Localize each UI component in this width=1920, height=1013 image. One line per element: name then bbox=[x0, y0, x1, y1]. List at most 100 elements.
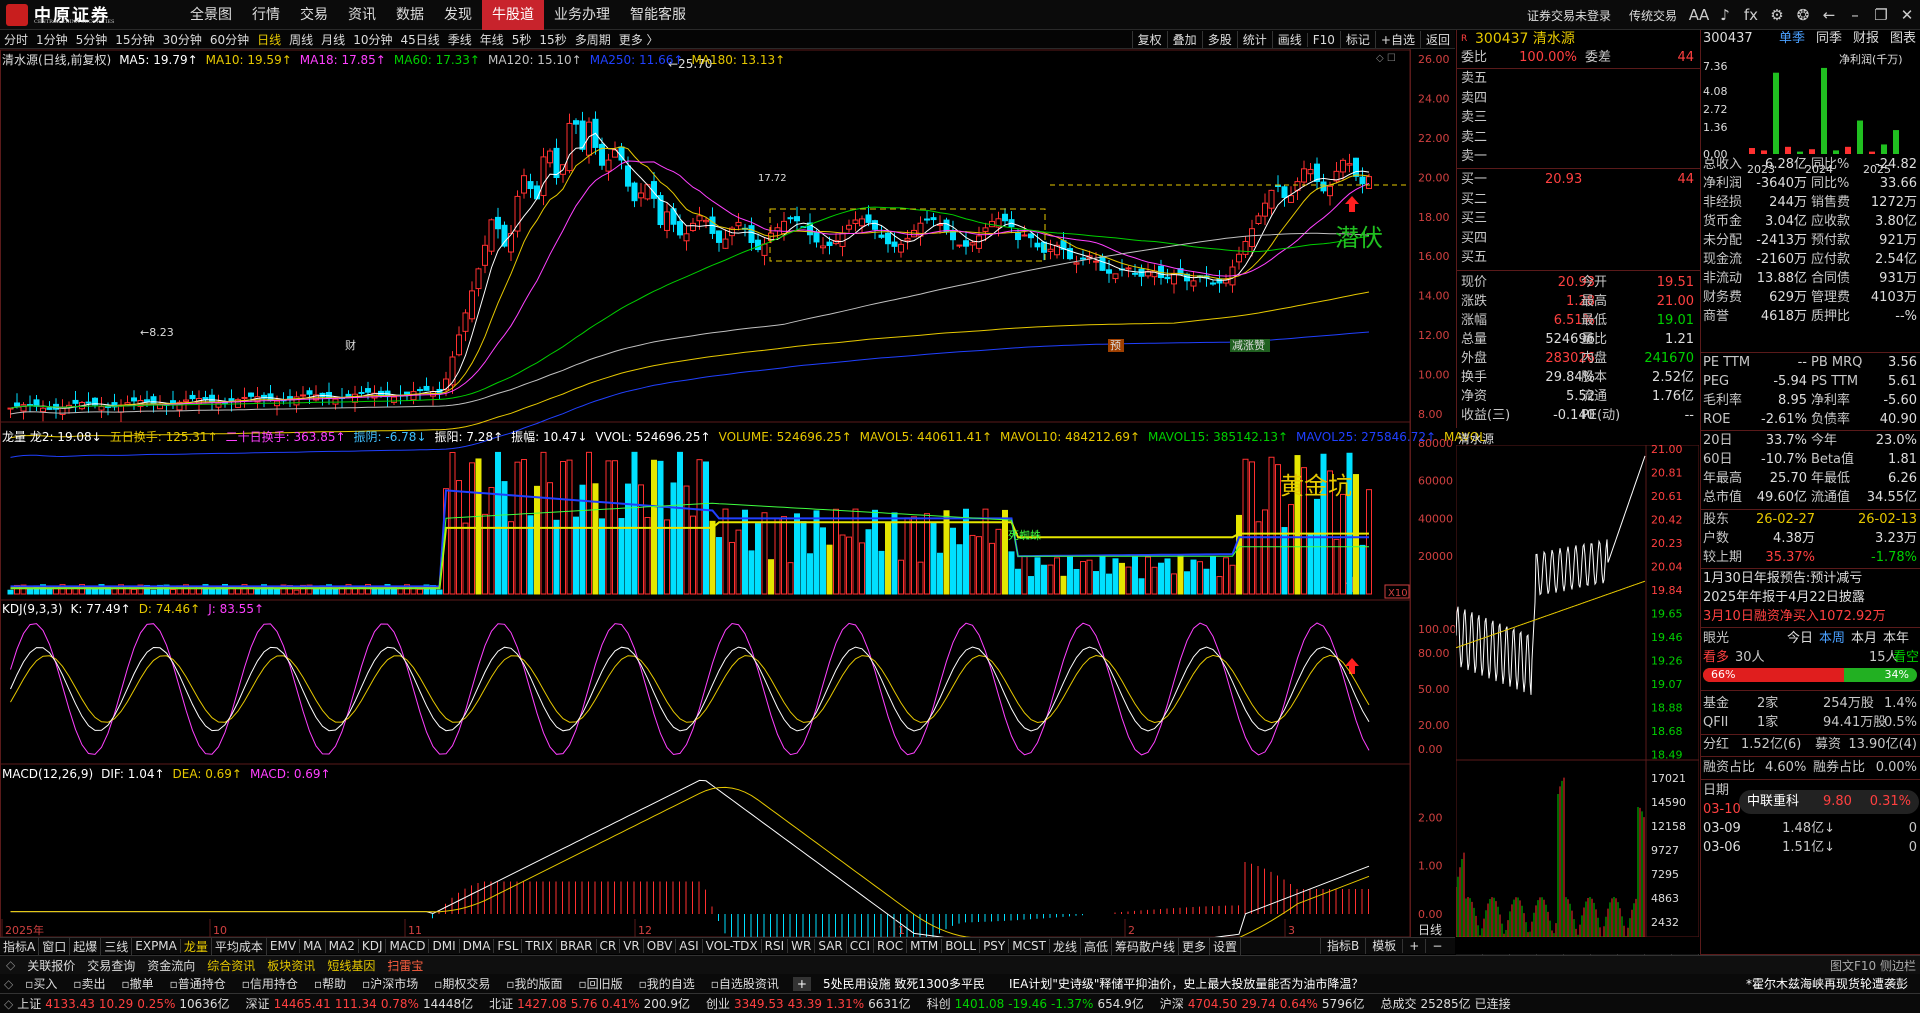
tool-8[interactable]: 返回 bbox=[1419, 31, 1455, 48]
func-0[interactable]: 关联报价 bbox=[21, 957, 81, 974]
period-13[interactable]: 5秒 bbox=[508, 31, 536, 48]
indicator-tab-28[interactable]: BOLL bbox=[942, 939, 981, 953]
indicator-tab-2[interactable]: 起爆 bbox=[70, 937, 102, 955]
indicator-tab-29[interactable]: PSY bbox=[980, 939, 1010, 953]
status-10[interactable]: 北证 bbox=[489, 995, 513, 1012]
period-9[interactable]: 10分钟 bbox=[349, 31, 396, 48]
font-size-icon[interactable]: AΑ bbox=[1686, 6, 1712, 24]
period-8[interactable]: 月线 bbox=[317, 31, 349, 48]
trade-5[interactable]: ▫帮助 bbox=[306, 975, 354, 992]
menu-7[interactable]: 业务办理 bbox=[544, 0, 620, 30]
indicator-tab-3[interactable]: 三线 bbox=[101, 937, 133, 955]
trade-2[interactable]: ▫撤单 bbox=[114, 975, 162, 992]
indicator-tab-32[interactable]: 高低 bbox=[1081, 937, 1112, 955]
ticker-news-1[interactable]: IEA计划"史诗级"释储平抑油价，史上最大投放量能否为油市降温？ bbox=[997, 975, 1375, 992]
close-icon[interactable]: ✕ bbox=[1894, 6, 1920, 24]
indicator-right-3[interactable]: − bbox=[1425, 938, 1448, 953]
fx-icon[interactable]: fx bbox=[1738, 6, 1764, 24]
indicator-tab-12[interactable]: DMI bbox=[429, 939, 460, 953]
top-link-0[interactable]: 证券交易未登录 bbox=[1518, 7, 1620, 24]
top-link-1[interactable]: 传统交易 bbox=[1620, 7, 1686, 24]
tool-5[interactable]: F10 bbox=[1306, 32, 1340, 47]
indicator-tab-34[interactable]: 更多 bbox=[1179, 937, 1210, 955]
status-25[interactable]: 沪深 bbox=[1160, 995, 1184, 1012]
status-caret-icon[interactable]: ◇ bbox=[4, 997, 13, 1011]
ticker-news-0[interactable]: 5处民用设施 致死1300多平民 bbox=[811, 975, 997, 992]
status-0[interactable]: 上证 bbox=[17, 995, 41, 1012]
indicator-tab-15[interactable]: TRIX bbox=[522, 939, 557, 953]
indicator-tab-13[interactable]: DMA bbox=[460, 939, 495, 953]
bell-icon[interactable]: ♪ bbox=[1712, 6, 1738, 24]
chart-area[interactable]: ←25.70←8.2317.72潜伏财预减涨赞26.0024.0022.0020… bbox=[0, 49, 1455, 937]
indicator-tab-19[interactable]: OBV bbox=[644, 939, 677, 953]
indicator-tab-6[interactable]: 平均成本 bbox=[212, 937, 267, 955]
period-10[interactable]: 45日线 bbox=[396, 31, 443, 48]
menu-8[interactable]: 智能客服 bbox=[620, 0, 696, 30]
period-5[interactable]: 60分钟 bbox=[206, 31, 253, 48]
period-14[interactable]: 15秒 bbox=[535, 31, 570, 48]
tool-7[interactable]: +自选 bbox=[1374, 31, 1420, 48]
indicator-tab-31[interactable]: 龙线 bbox=[1050, 937, 1081, 955]
tool-0[interactable]: 复权 bbox=[1131, 31, 1167, 48]
menu-6[interactable]: 牛股道 bbox=[482, 0, 544, 30]
tick-chart[interactable]: 21.00 20.81 20.61 20.42 20.23 20.04 19.84 19.65… bbox=[1456, 445, 1699, 937]
restore-icon[interactable]: ❐ bbox=[1868, 6, 1894, 24]
indicator-tab-33[interactable]: 筹码散户线 bbox=[1112, 937, 1179, 955]
func-3[interactable]: 综合资讯 bbox=[201, 957, 261, 974]
indicator-tab-23[interactable]: WR bbox=[788, 939, 816, 953]
stock-popup[interactable]: 中联重科 9.80 0.31% bbox=[1739, 790, 1919, 814]
indicator-tab-7[interactable]: EMV bbox=[267, 939, 301, 953]
status-5[interactable]: 深证 bbox=[246, 995, 270, 1012]
trade-8[interactable]: ▫我的版面 bbox=[498, 975, 570, 992]
period-15[interactable]: 多周期 bbox=[571, 31, 615, 48]
func-meta[interactable]: 图文F10 侧边栏 bbox=[1824, 957, 1920, 974]
event-marker[interactable]: 减涨赞 bbox=[1232, 339, 1265, 352]
indicator-tab-10[interactable]: KDJ bbox=[359, 939, 387, 953]
shirt-icon[interactable]: ❂ bbox=[1790, 6, 1816, 24]
trade-7[interactable]: ▫期权交易 bbox=[426, 975, 498, 992]
indicator-tab-25[interactable]: CCI bbox=[847, 939, 874, 953]
indicator-tab-21[interactable]: VOL-TDX bbox=[703, 939, 762, 953]
menu-2[interactable]: 交易 bbox=[290, 0, 338, 30]
status-30[interactable]: 总成交 bbox=[1380, 995, 1416, 1012]
period-12[interactable]: 年线 bbox=[476, 31, 508, 48]
indicator-tab-18[interactable]: VR bbox=[620, 939, 644, 953]
indicator-tab-27[interactable]: MTM bbox=[907, 939, 943, 953]
indicator-tab-4[interactable]: EXPMA bbox=[132, 939, 181, 953]
tool-2[interactable]: 多股 bbox=[1201, 31, 1237, 48]
gear-icon[interactable]: ⚙ bbox=[1764, 6, 1790, 24]
period-6[interactable]: 日线 bbox=[253, 31, 285, 48]
tool-3[interactable]: 统计 bbox=[1236, 31, 1272, 48]
trade-10[interactable]: ▫我的自选 bbox=[631, 975, 703, 992]
trade-4[interactable]: ▫信用持仓 bbox=[234, 975, 306, 992]
indicator-tab-26[interactable]: ROC bbox=[874, 939, 908, 953]
menu-4[interactable]: 数据 bbox=[386, 0, 434, 30]
indicator-right-1[interactable]: 模板 bbox=[1365, 937, 1402, 954]
period-7[interactable]: 周线 bbox=[285, 31, 317, 48]
period-16[interactable]: 更多 〉 bbox=[615, 31, 663, 48]
indicator-tab-22[interactable]: RSI bbox=[762, 939, 789, 953]
indicator-tab-5[interactable]: 龙量 bbox=[181, 937, 212, 955]
period-4[interactable]: 30分钟 bbox=[159, 31, 206, 48]
indicator-tab-24[interactable]: SAR bbox=[815, 939, 847, 953]
diamond-icon[interactable]: ◇ ☐ bbox=[1376, 53, 1396, 64]
indicator-tab-20[interactable]: ASI bbox=[676, 939, 703, 953]
menu-1[interactable]: 行情 bbox=[242, 0, 290, 30]
plus-icon[interactable]: + bbox=[792, 976, 811, 991]
indicator-tab-8[interactable]: MA bbox=[300, 939, 326, 953]
back-arrow-icon[interactable]: ← bbox=[1816, 6, 1842, 24]
func-2[interactable]: 资金流向 bbox=[141, 957, 201, 974]
func-caret-icon[interactable]: ◇ bbox=[0, 958, 21, 972]
status-20[interactable]: 科创 bbox=[927, 995, 951, 1012]
indicator-tab-14[interactable]: FSL bbox=[494, 939, 523, 953]
period-11[interactable]: 季线 bbox=[444, 31, 476, 48]
trade-6[interactable]: ▫沪深市场 bbox=[354, 975, 426, 992]
menu-5[interactable]: 发现 bbox=[434, 0, 482, 30]
indicator-right-0[interactable]: 指标B bbox=[1320, 937, 1365, 954]
tool-6[interactable]: 标记 bbox=[1339, 31, 1375, 48]
indicator-tab-1[interactable]: 窗口 bbox=[39, 937, 71, 955]
trade-0[interactable]: ▫买入 bbox=[17, 975, 65, 992]
period-1[interactable]: 1分钟 bbox=[32, 31, 72, 48]
func-5[interactable]: 短线基因 bbox=[321, 957, 381, 974]
event-marker[interactable]: 预 bbox=[1110, 339, 1121, 352]
